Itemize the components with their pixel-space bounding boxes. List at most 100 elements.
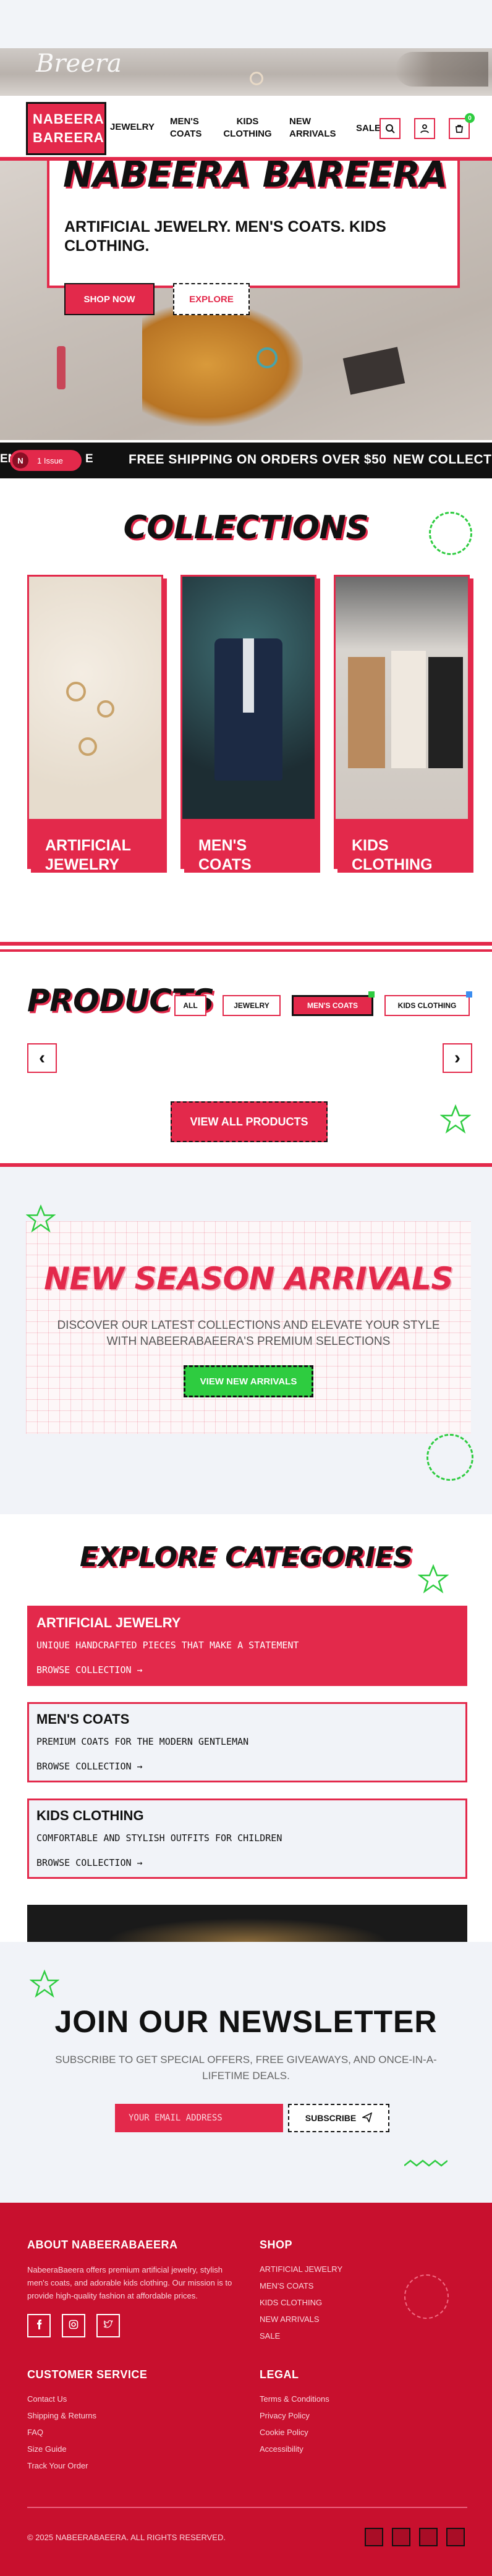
shop-now-button[interactable]: SHOP NOW <box>64 283 155 315</box>
account-button[interactable] <box>414 118 435 139</box>
category-desc: UNIQUE HANDCRAFTED PIECES THAT MAKE A ST… <box>36 1640 299 1651</box>
nav-jewelry[interactable]: JEWELRY <box>110 122 155 132</box>
footer-link-faq[interactable]: FAQ <box>27 2424 96 2441</box>
filter-active-marker <box>368 991 375 998</box>
category-browse-link[interactable]: BROWSE COLLECTION → <box>36 1761 143 1772</box>
facebook-button[interactable] <box>27 2314 51 2337</box>
category-browse-link[interactable]: BROWSE COLLECTION → <box>36 1664 143 1676</box>
footer-link-kids-clothing[interactable]: KIDS CLOTHING <box>260 2294 342 2311</box>
coat-lapel-decoration <box>243 638 254 713</box>
newsletter-title: JOIN OUR NEWSLETTER <box>54 2004 438 2039</box>
category-card-jewelry[interactable]: ARTIFICIAL JEWELRY UNIQUE HANDCRAFTED PI… <box>27 1606 467 1686</box>
carousel-next-button[interactable]: › <box>443 1043 472 1073</box>
category-image-preview <box>27 1905 467 1942</box>
subscribe-button[interactable]: SUBSCRIBE <box>288 2104 389 2132</box>
hero-card: NABEERA BAREERA ARTIFICIAL JEWELRY. MEN'… <box>47 161 460 315</box>
site-header: NABEERA BAREERA JEWELRY MEN'S COATS KIDS… <box>0 96 492 161</box>
banner-script-text: Breera <box>36 49 122 78</box>
footer-legal-title: LEGAL <box>260 2368 299 2381</box>
footer-link-contact[interactable]: Contact Us <box>27 2391 96 2407</box>
arrivals-text: DISCOVER OUR LATEST COLLECTIONS AND ELEV… <box>57 1319 440 1348</box>
collection-card-cta-label: SHOP NOW <box>352 881 400 891</box>
collection-card-kids-clothing[interactable]: KIDS CLOTHING SHOP NOW › <box>334 575 470 891</box>
carousel-prev-button[interactable]: ‹ <box>27 1043 57 1073</box>
ring-decoration <box>78 737 97 756</box>
view-all-products-button[interactable]: VIEW ALL PRODUCTS <box>171 1101 328 1142</box>
footer-about-text: NabeeraBaeera offers premium artificial … <box>27 2265 232 2300</box>
nav-mens-coats[interactable]: MEN'S COATS <box>170 116 207 140</box>
footer-link-cookie[interactable]: Cookie Policy <box>260 2424 329 2441</box>
hero-section: NABEERA BAREERA ARTIFICIAL JEWELRY. MEN'… <box>0 161 492 440</box>
collection-card-mens-coats[interactable]: MEN'S COATS SHOP NOW › <box>180 575 316 891</box>
explore-button[interactable]: EXPLORE <box>173 283 250 315</box>
star-outline-icon <box>417 1564 449 1598</box>
banner-ring-decoration <box>250 72 263 85</box>
products-section: PRODUCTS ALL JEWELRY MEN'S COATS KIDS CL… <box>0 949 492 1167</box>
category-desc: COMFORTABLE AND STYLISH OUTFITS FOR CHIL… <box>36 1832 282 1844</box>
filter-all[interactable]: ALL <box>174 995 206 1016</box>
footer-link-mens-coats[interactable]: MEN'S COATS <box>260 2277 342 2294</box>
hero-lipstick-decoration <box>57 346 66 389</box>
hero-title: NABEERA BAREERA <box>63 161 447 195</box>
category-name: KIDS CLOTHING <box>36 1808 144 1823</box>
issue-indicator[interactable]: N 1 Issue <box>10 450 82 471</box>
footer-link-terms[interactable]: Terms & Conditions <box>260 2391 329 2407</box>
payment-icon <box>419 2528 438 2546</box>
hero-subtitle: ARTIFICIAL JEWELRY. MEN'S COATS. KIDS CL… <box>64 218 386 255</box>
hero-compact-decoration <box>342 347 405 395</box>
category-card-kids-clothing[interactable]: KIDS CLOTHING COMFORTABLE AND STYLISH OU… <box>27 1799 467 1879</box>
footer-about-title: ABOUT NABEERABAEERA <box>27 2239 178 2251</box>
collections-section: COLLECTIONS ARTIFICIAL JEWELRY SHOP NOW … <box>0 481 492 946</box>
twitter-button[interactable] <box>96 2314 120 2337</box>
footer-legal-links: Terms & Conditions Privacy Policy Cookie… <box>260 2391 329 2457</box>
zigzag-decoration <box>404 2158 448 2171</box>
arrivals-section: NEW SEASON ARRIVALS DISCOVER OUR LATEST … <box>0 1167 492 1514</box>
category-name: MEN'S COATS <box>36 1711 130 1727</box>
garment-decoration <box>391 651 426 768</box>
facebook-icon <box>35 2319 43 2332</box>
collection-card-title: MEN'S COATS <box>198 837 252 873</box>
collection-card-title: KIDS CLOTHING <box>352 837 433 873</box>
logo-line-2: BAREERA <box>33 130 104 145</box>
collection-card-jewelry[interactable]: ARTIFICIAL JEWELRY SHOP NOW › <box>27 575 163 891</box>
logo[interactable]: NABEERA BAREERA <box>26 102 106 155</box>
category-desc: PREMIUM COATS FOR THE MODERN GENTLEMAN <box>36 1736 249 1747</box>
search-button[interactable] <box>380 118 401 139</box>
collection-card-cta[interactable]: SHOP NOW › <box>352 881 405 891</box>
instagram-button[interactable] <box>62 2314 85 2337</box>
footer-link-track-order[interactable]: Track Your Order <box>27 2457 96 2474</box>
footer-link-size-guide[interactable]: Size Guide <box>27 2441 96 2457</box>
filter-mens-coats[interactable]: MEN'S COATS <box>292 995 373 1016</box>
category-browse-link[interactable]: BROWSE COLLECTION → <box>36 1857 143 1868</box>
nav-sale[interactable]: SALE <box>356 123 381 133</box>
filter-jewelry[interactable]: JEWELRY <box>223 995 281 1016</box>
newsletter-email-input[interactable]: YOUR EMAIL ADDRESS <box>115 2104 283 2132</box>
payment-icon <box>365 2528 383 2546</box>
star-outline-icon <box>439 1104 472 1138</box>
issue-count-label: 1 Issue <box>37 455 63 465</box>
collection-card-cta[interactable]: SHOP NOW › <box>45 881 98 891</box>
collection-card-cta[interactable]: SHOP NOW › <box>198 881 252 891</box>
nav-kids-clothing[interactable]: KIDS CLOTHING <box>221 116 274 140</box>
footer-link-shipping[interactable]: Shipping & Returns <box>27 2407 96 2424</box>
payment-icon <box>446 2528 465 2546</box>
filter-kids-clothing[interactable]: KIDS CLOTHING <box>384 995 470 1016</box>
view-new-arrivals-button[interactable]: VIEW NEW ARRIVALS <box>184 1365 313 1397</box>
decorative-dashed-circle <box>429 512 472 555</box>
category-card-mens-coats[interactable]: MEN'S COATS PREMIUM COATS FOR THE MODERN… <box>27 1702 467 1782</box>
footer-link-privacy[interactable]: Privacy Policy <box>260 2407 329 2424</box>
newsletter-section: JOIN OUR NEWSLETTER SUBSCRIBE TO GET SPE… <box>0 1942 492 2203</box>
star-outline-icon <box>25 1204 56 1237</box>
user-icon <box>420 124 430 133</box>
star-outline-icon <box>29 1969 60 2002</box>
twitter-icon <box>103 2320 113 2332</box>
footer-link-jewelry[interactable]: ARTIFICIAL JEWELRY <box>260 2261 342 2277</box>
ticker-new-collection: NEW COLLECTIO <box>393 452 492 467</box>
footer-divider <box>27 2507 467 2508</box>
ticker-free-shipping: FREE SHIPPING ON ORDERS OVER $50 <box>129 452 387 467</box>
collection-image-jewelry <box>29 577 161 819</box>
footer-link-sale[interactable]: SALE <box>260 2328 342 2344</box>
footer-link-accessibility[interactable]: Accessibility <box>260 2441 329 2457</box>
nav-new-arrivals[interactable]: NEW ARRIVALS <box>289 116 339 140</box>
footer-link-new-arrivals[interactable]: NEW ARRIVALS <box>260 2311 342 2328</box>
